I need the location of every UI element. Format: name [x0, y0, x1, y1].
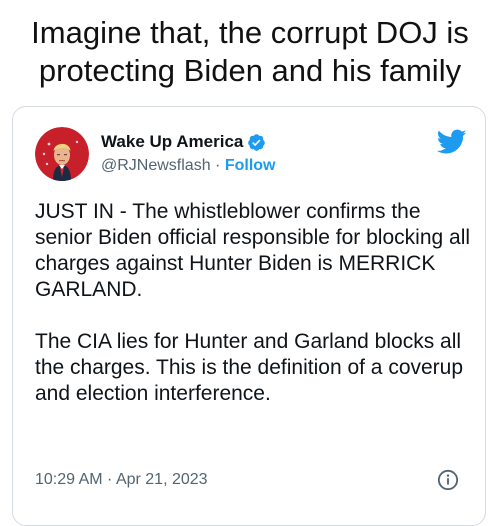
author-handle-row: @RJNewsflash · Follow	[101, 155, 275, 177]
author-display-name[interactable]: Wake Up America	[101, 132, 243, 152]
meme-caption: Imagine that, the corrupt DOJ is protect…	[0, 14, 500, 90]
tweet-author: Wake Up America @RJNewsflash · Follow	[101, 131, 275, 177]
twitter-bird-icon[interactable]	[436, 129, 467, 155]
caption-line-1: Imagine that, the corrupt DOJ is	[31, 15, 469, 50]
author-name-row: Wake Up America	[101, 131, 275, 153]
handle-separator: ·	[210, 157, 225, 174]
verified-badge-icon	[247, 133, 266, 152]
tweet-paragraph-1: JUST IN - The whistleblower confirms the…	[35, 200, 471, 301]
tweet-text: JUST IN - The whistleblower confirms the…	[35, 199, 475, 407]
tweet-card: Wake Up America @RJNewsflash · Follow JU…	[12, 106, 486, 526]
tweet-timestamp[interactable]: 10:29 AM · Apr 21, 2023	[35, 471, 208, 489]
follow-button[interactable]: Follow	[225, 157, 276, 174]
info-icon[interactable]	[437, 469, 459, 491]
profile-avatar[interactable]	[35, 127, 89, 181]
author-handle[interactable]: @RJNewsflash	[101, 157, 211, 174]
caption-line-2: protecting Biden and his family	[38, 53, 462, 88]
avatar-image	[35, 127, 89, 181]
tweet-paragraph-2: The CIA lies for Hunter and Garland bloc…	[35, 330, 464, 405]
